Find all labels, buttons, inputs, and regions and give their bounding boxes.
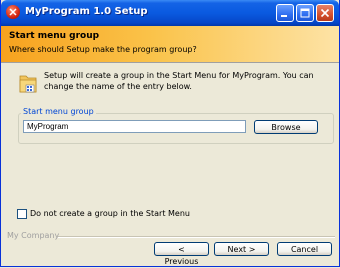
no-group-checkbox[interactable]: [17, 209, 27, 219]
cancel-button[interactable]: Cancel: [277, 242, 332, 256]
header-title: Start menu group: [9, 31, 100, 41]
group-box-label: Start menu group: [21, 107, 96, 116]
minimize-icon: [281, 15, 287, 17]
header-subtitle: Where should Setup make the program grou…: [9, 45, 197, 54]
group-name-input[interactable]: [23, 120, 246, 133]
header-separator: [1, 62, 339, 63]
app-icon: [6, 5, 20, 19]
title-bar[interactable]: MyProgram 1.0 Setup: [1, 0, 339, 26]
maximize-button[interactable]: [296, 4, 314, 22]
maximize-icon: [300, 8, 310, 18]
program-group-icon: [19, 75, 37, 93]
description-text: Setup will create a group in the Start M…: [44, 71, 314, 91]
previous-button[interactable]: < Previous: [154, 242, 209, 266]
company-label: My Company: [7, 231, 60, 240]
next-button[interactable]: Next >: [214, 242, 269, 256]
no-group-label[interactable]: Do not create a group in the Start Menu: [30, 209, 190, 218]
window-title: MyProgram 1.0 Setup: [25, 6, 148, 17]
browse-button[interactable]: Browse: [254, 120, 318, 134]
minimize-button[interactable]: [276, 4, 294, 22]
footer-divider: [58, 236, 335, 238]
close-icon: [320, 8, 330, 18]
wizard-header: Start menu group Where should Setup make…: [1, 26, 339, 62]
close-button[interactable]: [316, 4, 334, 22]
setup-window: MyProgram 1.0 Setup Start menu group Whe…: [0, 0, 340, 267]
